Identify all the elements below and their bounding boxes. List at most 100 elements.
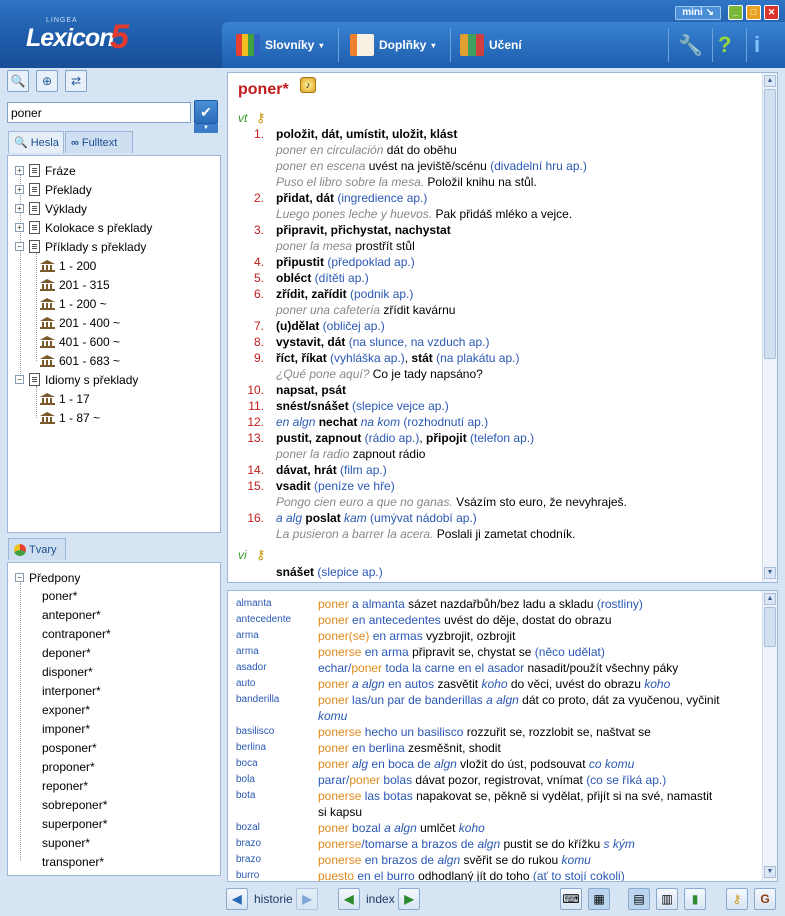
split-view-button[interactable]: ▦ (588, 888, 610, 910)
tab-forms[interactable]: Tvary (8, 538, 66, 560)
scroll-up-icon[interactable]: ▲ (764, 75, 776, 87)
tab-fulltext[interactable]: ∞ Fulltext (65, 131, 133, 153)
expand-icon[interactable]: + (15, 204, 24, 213)
form-item[interactable]: proponer* (42, 758, 95, 777)
info-button[interactable]: i (754, 30, 760, 60)
phrase-keyword[interactable]: arma (236, 628, 259, 644)
text-run: Položil knihu na stůl. (424, 175, 537, 189)
tree-item[interactable]: + Výklady (15, 199, 87, 218)
phrase-keyword[interactable]: brazo (236, 836, 261, 852)
close-button[interactable]: ✕ (764, 5, 779, 20)
form-item[interactable]: sobreponer* (42, 796, 107, 815)
search-confirm-button[interactable]: ✔ (194, 100, 218, 124)
forms-root[interactable]: − Předpony (15, 568, 80, 587)
maximize-button[interactable]: □ (746, 5, 761, 20)
phrases-scrollbar[interactable]: ▲ ▼ (762, 591, 777, 881)
learning-button[interactable]: Učení (460, 30, 522, 60)
form-item[interactable]: contraponer* (42, 625, 111, 644)
phrase-keyword[interactable]: boca (236, 756, 258, 772)
swap-direction-icon[interactable]: ⇄ (65, 70, 87, 92)
layout-one-button[interactable]: ▤ (628, 888, 650, 910)
key-button[interactable]: ⚷ (726, 888, 748, 910)
tree-item[interactable]: 401 - 600 ~ (40, 332, 120, 351)
document-icon (29, 183, 40, 196)
sound-icon[interactable]: ♪ (300, 77, 316, 93)
tree-item[interactable]: − Idiomy s překlady (15, 370, 138, 389)
tree-item[interactable]: 1 - 200 (40, 256, 96, 275)
help-button[interactable]: ? (718, 30, 731, 60)
phrase-keyword[interactable]: arma (236, 644, 259, 660)
phrase-keyword[interactable]: banderilla (236, 692, 279, 708)
tree-item[interactable]: 1 - 200 ~ (40, 294, 107, 313)
tree-item[interactable]: + Fráze (15, 161, 76, 180)
form-item[interactable]: deponer* (42, 644, 91, 663)
layout-three-button[interactable]: ▮ (684, 888, 706, 910)
phrase-text: parar/poner bolas dávat pozor, registrov… (318, 772, 666, 788)
collapse-icon[interactable]: − (15, 375, 24, 384)
tab-entries[interactable]: 🔍 Hesla (8, 131, 64, 153)
expand-icon[interactable]: + (15, 223, 24, 232)
search-input[interactable] (7, 102, 191, 123)
form-item[interactable]: superponer* (42, 815, 107, 834)
tree-item[interactable]: 1 - 17 (40, 389, 90, 408)
entry-scrollbar[interactable]: ▲ ▼ (762, 73, 777, 582)
index-forward-button[interactable]: ▶ (398, 888, 420, 910)
keyboard-button[interactable]: ⌨ (560, 888, 582, 910)
tree-item[interactable]: + Kolokace s překlady (15, 218, 152, 237)
form-item[interactable]: poner* (42, 587, 77, 606)
phrase-keyword[interactable]: berlina (236, 740, 266, 756)
phrase-keyword[interactable]: antecedente (236, 612, 291, 628)
form-item[interactable]: exponer* (42, 701, 90, 720)
grammar-button[interactable]: G (754, 888, 776, 910)
layout-two-button[interactable]: ▥ (656, 888, 678, 910)
collapse-icon[interactable]: − (15, 573, 24, 582)
scroll-thumb[interactable] (764, 89, 776, 359)
expand-icon[interactable]: + (15, 185, 24, 194)
phrase-keyword[interactable]: brazo (236, 852, 261, 868)
mini-mode-button[interactable]: mini ↘ (675, 5, 721, 20)
settings-button[interactable]: 🔧 (678, 30, 703, 60)
addons-menu-button[interactable]: Doplňky ▾ (350, 30, 435, 60)
history-forward-button[interactable]: ▶ (296, 888, 318, 910)
key-icon[interactable]: ⚷ (256, 547, 266, 563)
form-item[interactable]: reponer* (42, 777, 88, 796)
phrase-keyword[interactable]: auto (236, 676, 255, 692)
history-back-button[interactable]: ◀ (226, 888, 248, 910)
tree-item[interactable]: 201 - 400 ~ (40, 313, 120, 332)
expand-icon[interactable]: + (15, 166, 24, 175)
text-run: poner en circulación (276, 143, 384, 157)
tree-item[interactable]: 601 - 683 ~ (40, 351, 120, 370)
phrase-keyword[interactable]: burro (236, 868, 259, 881)
tree-item[interactable]: 201 - 315 (40, 275, 110, 294)
phrase-keyword[interactable]: asador (236, 660, 267, 676)
phrase-keyword[interactable]: almanta (236, 596, 272, 612)
phrase-keyword[interactable]: bola (236, 772, 255, 788)
learning-label: Učení (489, 38, 522, 52)
key-icon[interactable]: ⚷ (256, 110, 266, 126)
form-item[interactable]: transponer* (42, 853, 104, 872)
collapse-icon[interactable]: − (15, 242, 24, 251)
tree-item[interactable]: − Příklady s překlady (15, 237, 146, 256)
form-item[interactable]: interponer* (42, 682, 101, 701)
phrase-keyword[interactable]: bozal (236, 820, 260, 836)
search-dropdown-button[interactable]: ▼ (194, 124, 218, 133)
scroll-up-icon[interactable]: ▲ (764, 593, 776, 605)
phrase-keyword[interactable]: basilisco (236, 724, 274, 740)
minimize-button[interactable]: _ (728, 5, 743, 20)
scroll-down-icon[interactable]: ▼ (764, 866, 776, 878)
form-item[interactable]: imponer* (42, 720, 90, 739)
form-item[interactable]: anteponer* (42, 606, 101, 625)
phrase-keyword[interactable]: bota (236, 788, 255, 804)
zoom-search-icon[interactable]: ⊕ (36, 70, 58, 92)
index-back-button[interactable]: ◀ (338, 888, 360, 910)
tree-item[interactable]: 1 - 87 ~ (40, 408, 100, 427)
form-item[interactable]: disponer* (42, 663, 93, 682)
scroll-thumb[interactable] (764, 607, 776, 647)
tree-item[interactable]: + Překlady (15, 180, 92, 199)
form-item[interactable]: suponer* (42, 834, 90, 853)
form-item[interactable]: posponer* (42, 739, 97, 758)
dictionaries-menu-button[interactable]: Slovníky ▾ (236, 30, 323, 60)
search-icon[interactable]: 🔍 (7, 70, 29, 92)
scroll-down-icon[interactable]: ▼ (764, 567, 776, 579)
text-run: Vsázím sto euro, že nevyhraješ. (452, 495, 627, 509)
